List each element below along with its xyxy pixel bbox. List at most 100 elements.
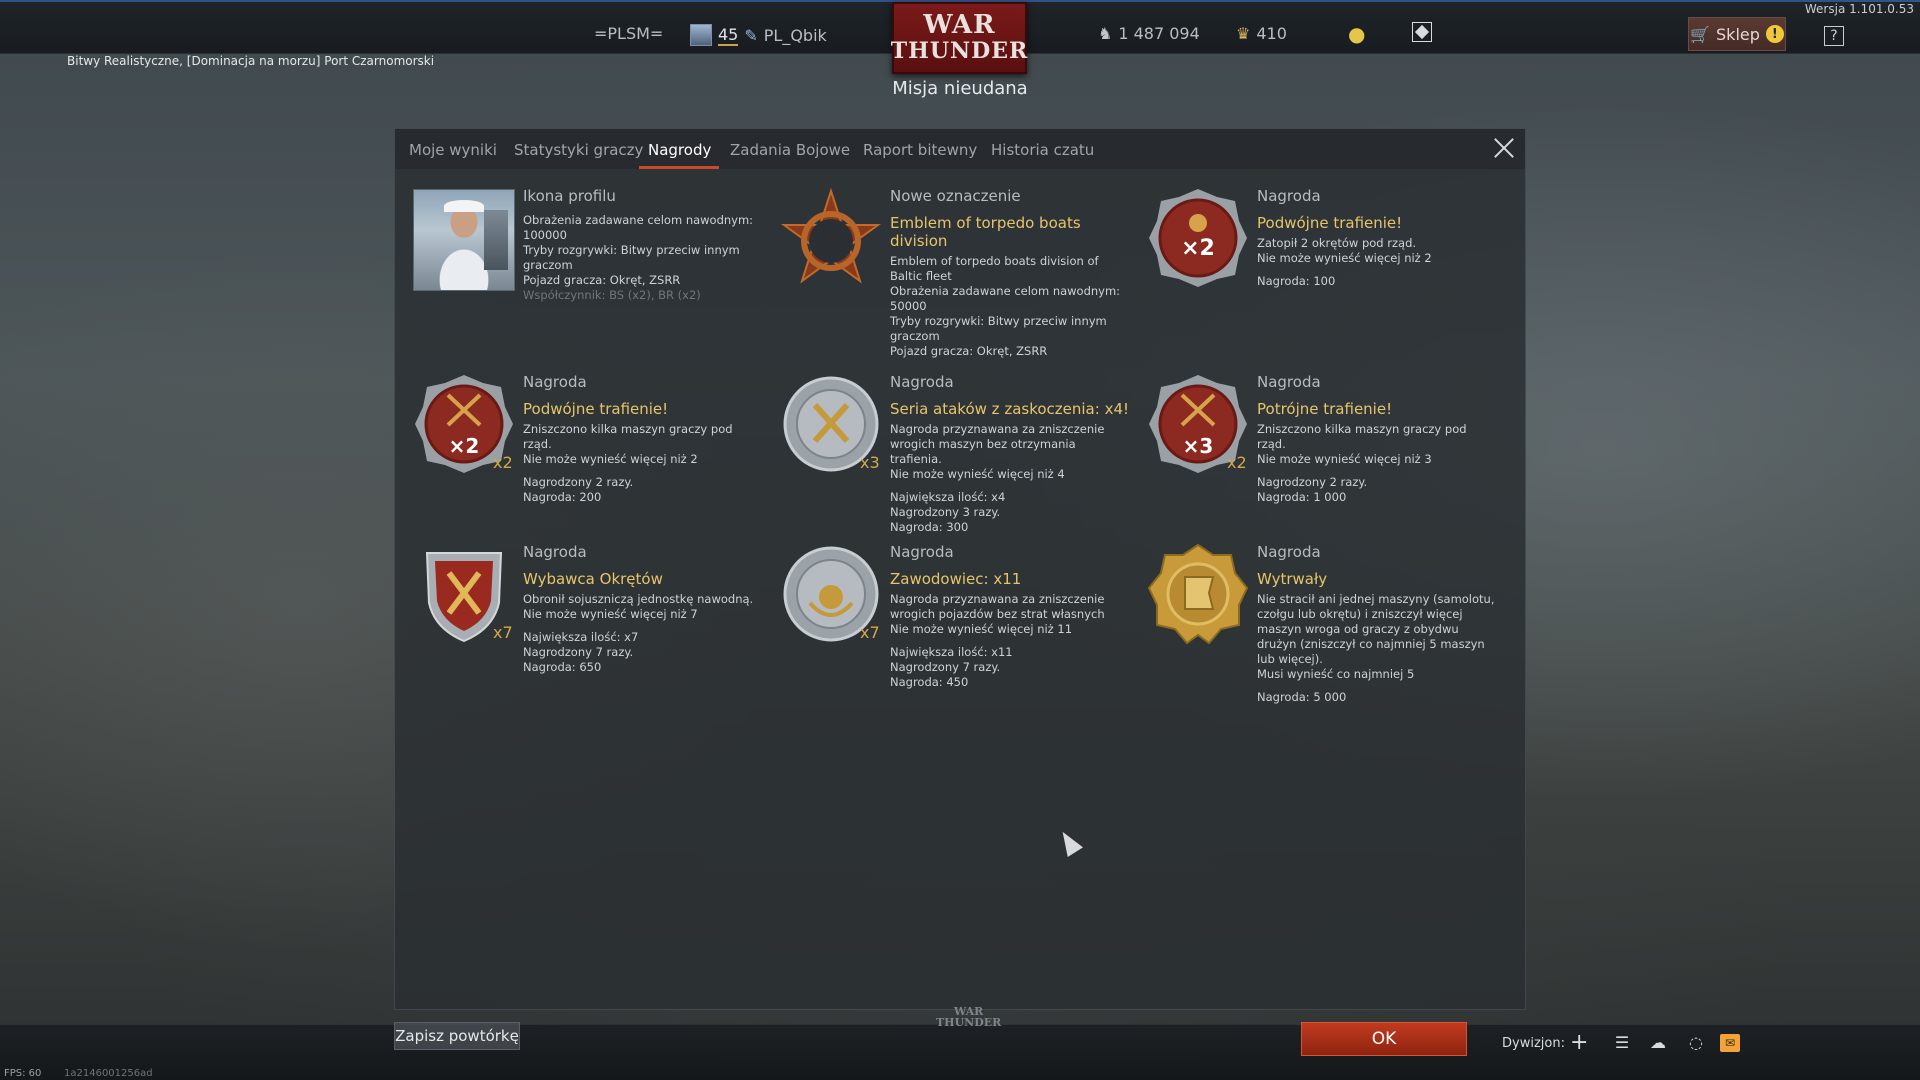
svg-text:×2: ×2 (1181, 236, 1215, 261)
reward-times: Nagrodzony 2 razy. (1257, 475, 1368, 489)
reward-label: Nagroda (523, 543, 587, 561)
reward-label: Nagroda (1257, 543, 1321, 561)
tab-chat-history[interactable]: Historia czatu (991, 141, 1094, 159)
battle-info: Bitwy Realistyczne, [Dominacja na morzu]… (67, 54, 435, 68)
tab-rewards[interactable]: Nagrody (648, 141, 711, 159)
tab-player-stats[interactable]: Statystyki graczy (514, 141, 643, 159)
reward-title: Podwójne trafienie! (1257, 214, 1403, 232)
reward-times: Nagrodzony 7 razy. (523, 645, 634, 659)
reward-label: Nowe oznaczenie (890, 187, 1021, 205)
golden-eagles-value: 410 (1256, 24, 1287, 43)
svg-text:×3: ×3 (1183, 434, 1214, 458)
reward-desc-line: Musi wynieść co najmniej 5 (1257, 667, 1415, 681)
reward-desc-line: Nagroda przyznawana za zniszczenie wrogi… (890, 592, 1105, 621)
avatar (690, 24, 712, 46)
reward-multiplier: x3 (860, 453, 880, 472)
reward-title: Podwójne trafienie! (523, 400, 669, 418)
reward-label: Nagroda (890, 543, 954, 561)
tab-battle-tasks[interactable]: Zadania Bojowe (730, 141, 850, 159)
reward-amount: Nagroda: 5 000 (1257, 690, 1347, 704)
reward-desc-line: Zniszczono kilka maszyn graczy pod rząd. (1257, 422, 1467, 451)
reward-desc-line: Nie może wynieść więcej niż 3 (1257, 452, 1432, 466)
golden-eagle-icon: ♛ (1236, 24, 1251, 43)
ok-button[interactable]: OK (1301, 1022, 1467, 1056)
reward-label: Nagroda (1257, 187, 1321, 205)
reward-desc-line: Obrażenia zadawane celom nawodnym: 50000 (890, 284, 1121, 313)
reward-desc-line: Obrażenia zadawane celom nawodnym: 10000… (523, 213, 754, 242)
reward-multiplier: x2 (493, 453, 513, 472)
cart-icon: 🛒 (1690, 24, 1711, 44)
help-button[interactable]: ? (1824, 26, 1844, 46)
list-icon[interactable]: ☰ (1612, 1034, 1632, 1052)
tab-bar: Moje wyniki Statystyki graczy Nagrody Za… (395, 129, 1525, 169)
reward-desc-line: Nagroda przyznawana za zniszczenie wrogi… (890, 422, 1105, 466)
reward-desc-line: Nie może wynieść więcej niż 7 (523, 607, 698, 621)
reward-max: Największa ilość: x11 (890, 645, 1013, 659)
reward-desc-line: Zniszczono kilka maszyn graczy pod rząd. (523, 422, 733, 451)
shop-label: Sklep (1716, 24, 1760, 44)
player-level: 45 (718, 24, 739, 46)
player-name: PL_Qbik (763, 25, 827, 45)
premium-diamond-icon[interactable] (1412, 22, 1432, 42)
star-emblem-icon (780, 187, 882, 284)
reward-desc-line: Nie może wynieść więcej niż 11 (890, 622, 1073, 636)
reward-desc-line: Nie stracił ani jednej maszyny (samolotu… (1257, 592, 1495, 666)
small-war-thunder-logo: WAR THUNDER (936, 1005, 1002, 1029)
version-label: Wersja 1.101.0.53 (1804, 2, 1914, 16)
tab-battle-report[interactable]: Raport bitewny (863, 141, 977, 159)
reward-desc-line: Tryby rozgrywki: Bitwy przeciw innym gra… (890, 314, 1107, 343)
squad-tag[interactable]: =PLSM= (594, 24, 663, 43)
squad-label: Dywizjon: (1502, 1036, 1565, 1051)
mail-icon[interactable]: ✉ (1720, 1034, 1740, 1052)
reward-desc-line: Pojazd gracza: Okręt, ZSRR (523, 273, 681, 287)
reward-label: Nagroda (890, 373, 954, 391)
svg-text:×2: ×2 (449, 434, 480, 458)
double-hit-medal-icon: ×2 (1149, 189, 1247, 287)
reward-desc-line: Nie może wynieść więcej niż 4 (890, 467, 1065, 481)
reward-amount: Nagroda: 450 (890, 675, 969, 689)
close-icon[interactable] (1493, 137, 1515, 159)
golden-eagles-balance[interactable]: ♛ 410 (1236, 24, 1287, 43)
reward-title: Wytrwały (1257, 570, 1328, 588)
persistent-flag-medal-icon (1147, 543, 1249, 645)
player-profile[interactable]: 45 ✎ PL_Qbik (690, 24, 827, 46)
reward-title: Zawodowiec: x11 (890, 570, 1022, 588)
fps-counter: FPS: 60 (4, 1068, 42, 1079)
session-hash: 1a2146001256ad (64, 1068, 153, 1079)
silver-lions-balance[interactable]: ♞ 1 487 094 (1098, 24, 1200, 43)
reward-desc-line: Nie może wynieść więcej niż 2 (523, 452, 698, 466)
reward-amount: Nagroda: 300 (890, 520, 969, 534)
reward-desc-line: Emblem of torpedo boats division of Balt… (890, 254, 1099, 283)
reward-label: Ikona profilu (523, 187, 616, 205)
reward-coefficient: Współczynnik: BS (x2), BR (x2) (523, 288, 701, 302)
active-tab-indicator (639, 166, 719, 169)
reward-label: Nagroda (1257, 373, 1321, 391)
reward-times: Nagrodzony 3 razy. (890, 505, 1001, 519)
rank-pen-icon: ✎ (744, 25, 758, 45)
reward-amount: Nagroda: 650 (523, 660, 602, 674)
reward-max: Największa ilość: x4 (890, 490, 1006, 504)
mission-status: Misja nieudana (892, 78, 1028, 99)
reward-multiplier: x2 (1227, 453, 1247, 472)
chat-icon[interactable]: ◌ (1686, 1034, 1706, 1052)
reward-max: Największa ilość: x7 (523, 630, 639, 644)
reward-title: Wybawca Okrętów (523, 570, 663, 588)
shop-button[interactable]: 🛒 Sklep ! (1688, 17, 1786, 51)
contacts-icon[interactable]: ☁ (1648, 1034, 1668, 1052)
reward-amount: Nagroda: 200 (523, 490, 602, 504)
tab-my-results[interactable]: Moje wyniki (409, 141, 497, 159)
reward-desc-line: Pojazd gracza: Okręt, ZSRR (890, 344, 1048, 358)
reward-times: Nagrodzony 7 razy. (890, 660, 1001, 674)
reward-amount: Nagroda: 1 000 (1257, 490, 1347, 504)
add-squad-member-icon[interactable]: + (1570, 1032, 1588, 1054)
shop-alert-icon: ! (1765, 25, 1784, 43)
debriefing-panel: Moje wyniki Statystyki graczy Nagrody Za… (394, 128, 1526, 1010)
reward-title: Emblem of torpedo boats division (890, 214, 1081, 250)
save-replay-button[interactable]: Zapisz powtórkę (394, 1022, 520, 1050)
reward-desc-line: Obronił sojuszniczą jednostkę nawodną. (523, 592, 754, 606)
war-thunder-logo[interactable]: WAR THUNDER (891, 2, 1027, 74)
reward-desc-line: Tryby rozgrywki: Bitwy przeciw innym gra… (523, 243, 740, 272)
bottom-bar (0, 1024, 1920, 1080)
hint-bulb-icon[interactable]: ● (1348, 22, 1365, 46)
reward-multiplier: x7 (860, 623, 880, 642)
